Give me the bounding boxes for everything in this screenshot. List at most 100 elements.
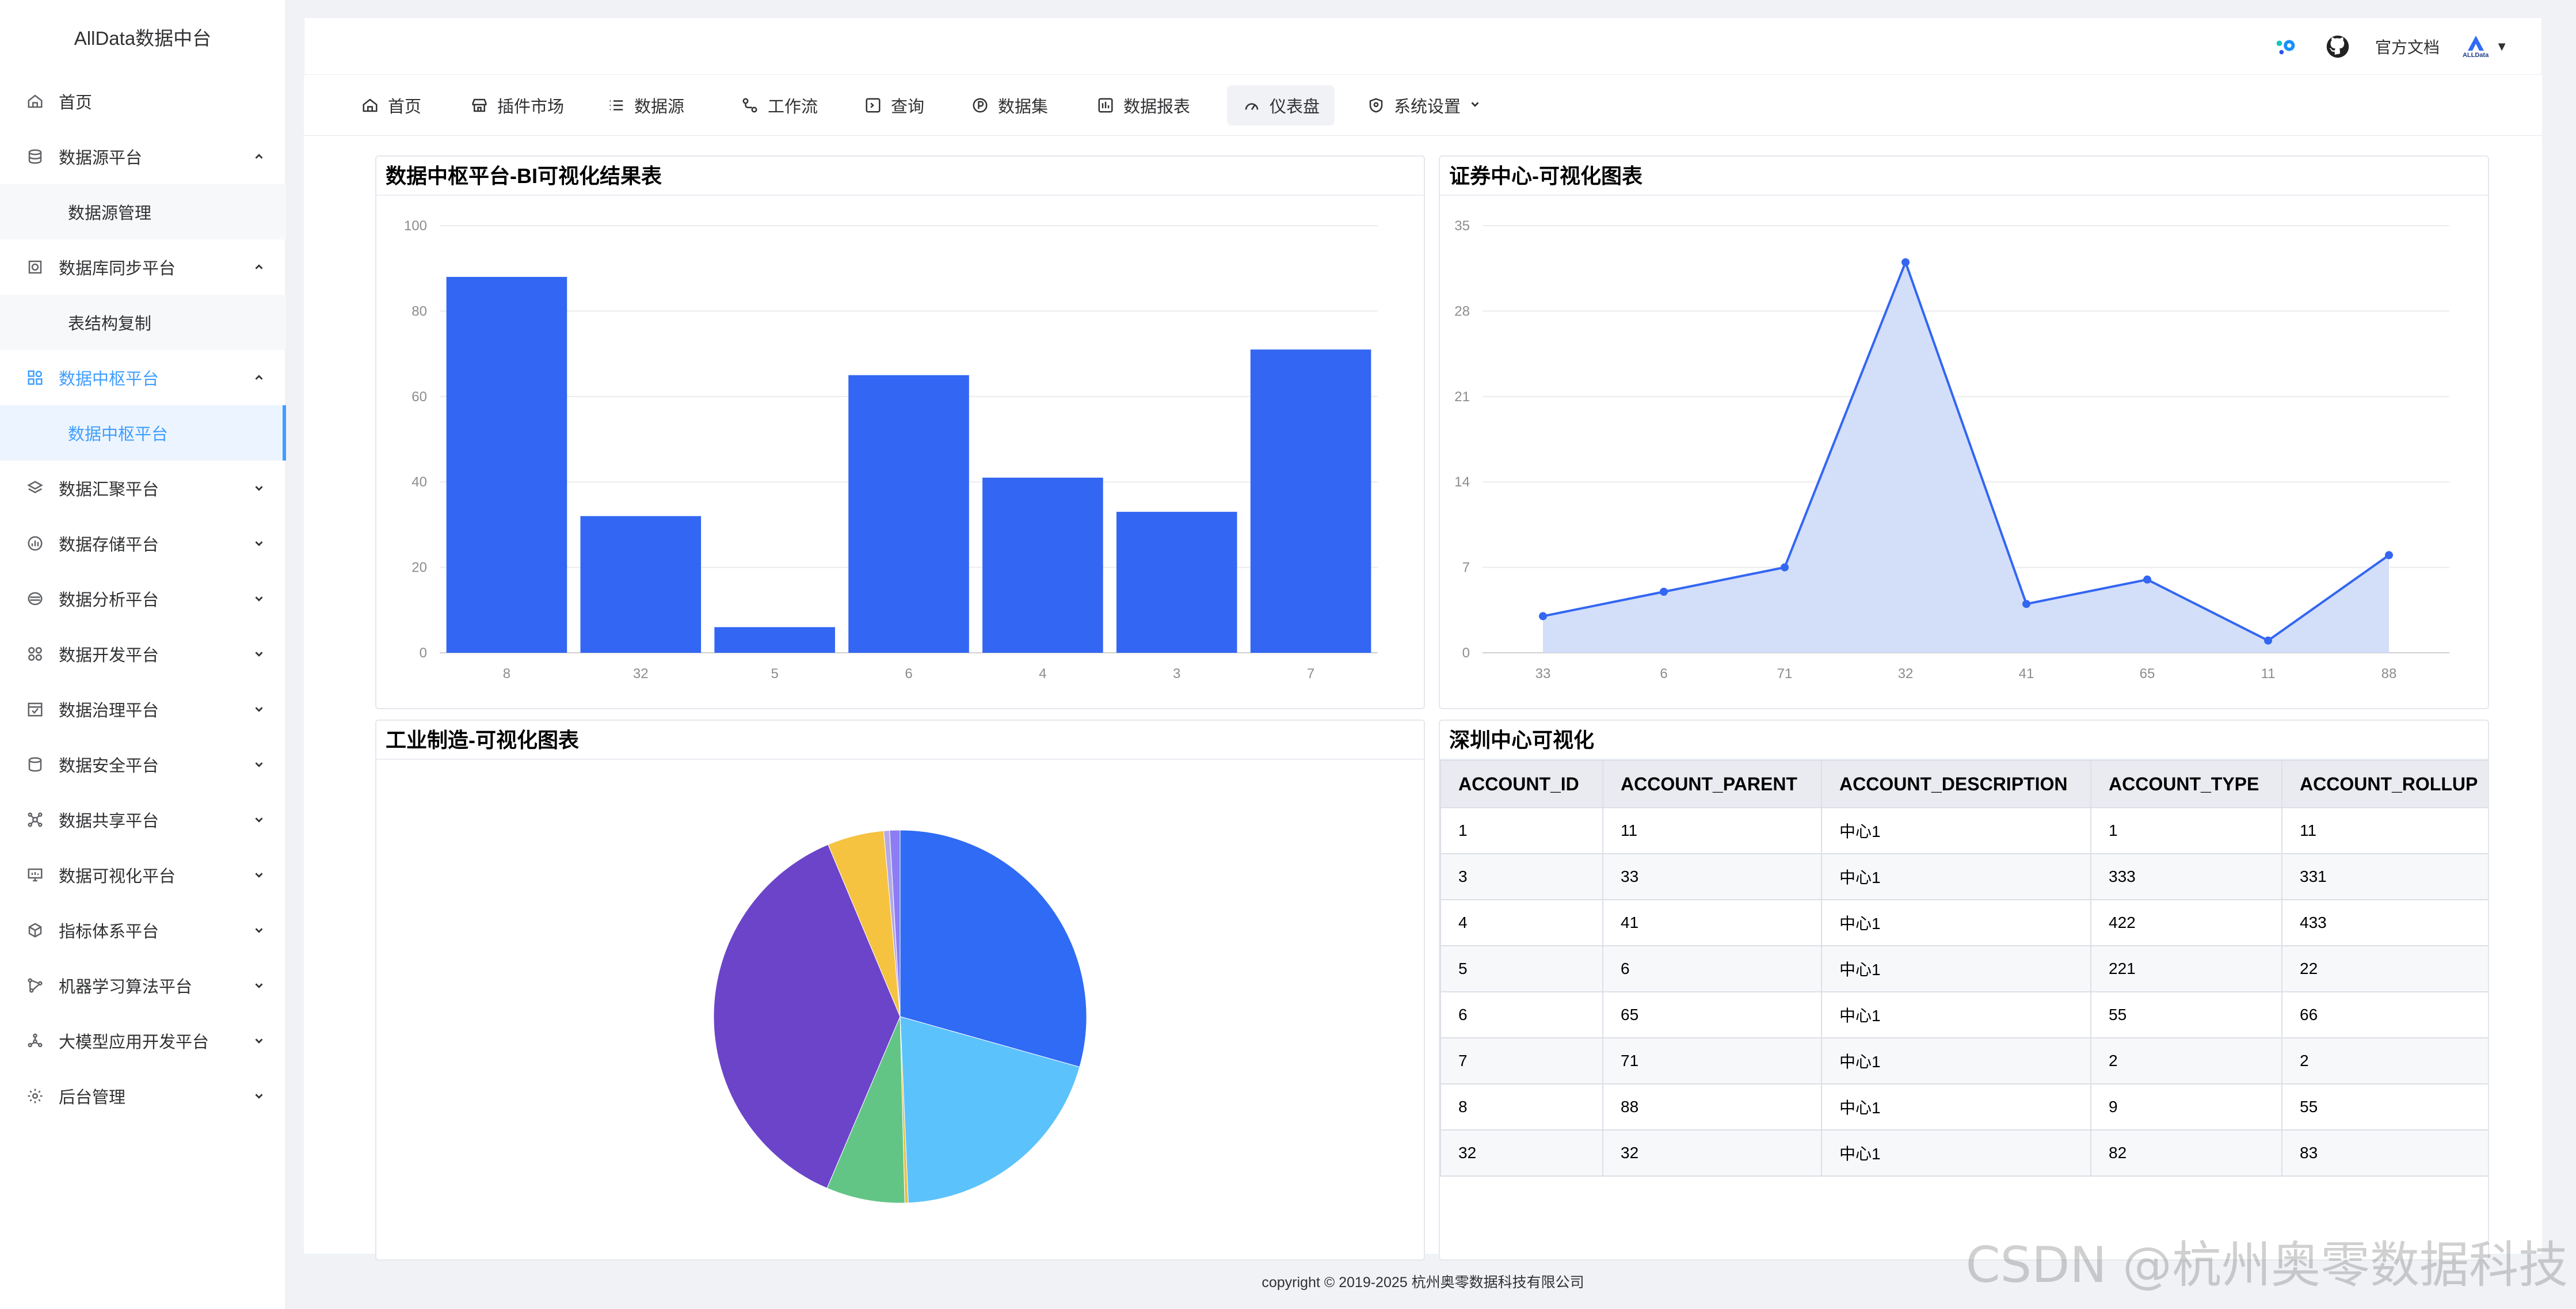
x-tick-label: 5 (771, 666, 778, 682)
sidebar-item-admin[interactable]: 后台管理 (0, 1068, 286, 1124)
docs-link[interactable]: 官方文档 (2375, 35, 2440, 58)
table-row[interactable]: 4 41 中心1 422 433 (1440, 899, 2488, 946)
sidebar-item-visualization-platform[interactable]: 数据可视化平台 (0, 847, 286, 903)
llm-icon (24, 1030, 46, 1052)
y-tick-label: 0 (420, 645, 427, 661)
list-icon (607, 96, 626, 115)
table-cell: 6 (1602, 945, 1822, 992)
x-tick-label: 6 (1660, 666, 1667, 682)
table-header-row: ACCOUNT_ID ACCOUNT_PARENT ACCOUNT_DESCRI… (1440, 760, 2488, 808)
tab-datasource[interactable]: 数据源 (592, 85, 699, 125)
table-cell: 中心1 (1821, 1083, 2091, 1131)
sidebar-item-label: 数据汇聚平台 (59, 481, 159, 499)
table-cell: 中心1 (1821, 853, 2091, 900)
sidebar-item-datasource-platform[interactable]: 数据源平台 (0, 129, 286, 184)
table-cell: 11 (1602, 807, 1822, 854)
sidebar-item-label: 大模型应用开发平台 (59, 1033, 209, 1052)
sidebar-item-storage-platform[interactable]: 数据存储平台 (0, 516, 286, 571)
tab-label: 首页 (388, 98, 422, 116)
sidebar-item-security-platform[interactable]: 数据安全平台 (0, 737, 286, 792)
table-cell: 2 (2281, 1037, 2488, 1085)
table-cell: 7 (1440, 1037, 1603, 1085)
column-header[interactable]: ACCOUNT_DESCRIPTION (1821, 760, 2091, 808)
data-point (2264, 636, 2272, 645)
develop-icon (24, 643, 46, 665)
table-row[interactable]: 5 6 中心1 221 22 (1440, 945, 2488, 992)
tab-plugin-market[interactable]: 插件市场 (455, 85, 579, 125)
chevron-down-icon (251, 646, 266, 661)
share-icon (24, 809, 46, 831)
tab-system-settings[interactable]: 系统设置 (1351, 85, 1496, 125)
sidebar-item-share-platform[interactable]: 数据共享平台 (0, 792, 286, 847)
sidebar-item-home[interactable]: 首页 (0, 74, 286, 129)
workflow-icon (740, 96, 760, 115)
monitor-icon (24, 864, 46, 886)
table-row[interactable]: 6 65 中心1 55 66 (1440, 991, 2488, 1038)
sidebar-item-label: 数据开发平台 (59, 646, 159, 665)
sidebar-subitem-table-copy[interactable]: 表结构复制 (0, 295, 286, 350)
tab-label: 工作流 (768, 98, 818, 116)
table-cell: 6 (1440, 991, 1603, 1038)
sidebar-item-hub-platform[interactable]: 数据中枢平台 (0, 350, 286, 405)
tab-query[interactable]: 查询 (848, 85, 939, 125)
y-tick-label: 40 (411, 474, 427, 490)
column-header[interactable]: ACCOUNT_TYPE (2090, 760, 2282, 808)
table-cell: 中心1 (1821, 1129, 2091, 1177)
tab-label: 查询 (891, 98, 925, 116)
table-cell: 32 (1440, 1129, 1603, 1177)
table-cell: 1 (2090, 807, 2282, 854)
bar (982, 477, 1103, 653)
table-row[interactable]: 1 11 中心1 1 11 (1440, 807, 2488, 854)
sidebar-item-db-sync-platform[interactable]: 数据库同步平台 (0, 239, 286, 295)
panel-title: 深圳中心可视化 (1440, 721, 2488, 760)
x-tick-label: 65 (2140, 666, 2155, 682)
table-cell: 1 (1440, 807, 1603, 854)
table-cell: 33 (1602, 853, 1822, 900)
tab-report[interactable]: 数据报表 (1081, 85, 1205, 125)
sidebar-item-indicator-platform[interactable]: 指标体系平台 (0, 903, 286, 958)
tab-label: 数据集 (998, 98, 1049, 116)
sidebar-item-analysis-platform[interactable]: 数据分析平台 (0, 571, 286, 626)
table-row[interactable]: 7 71 中心1 2 2 (1440, 1037, 2488, 1085)
data-point (2385, 551, 2393, 560)
app-title: AllData数据中台 (74, 28, 212, 49)
tab-home[interactable]: 首页 (345, 85, 436, 125)
y-tick-label: 0 (1462, 645, 1470, 661)
chevron-down-icon (251, 812, 266, 827)
column-header[interactable]: ACCOUNT_ID (1440, 760, 1603, 808)
table-cell: 中心1 (1821, 945, 2091, 992)
table-cell: 5 (1440, 945, 1603, 992)
chevron-down-icon (251, 1033, 266, 1048)
tab-dataset[interactable]: 数据集 (955, 85, 1063, 125)
table-row[interactable]: 8 88 中心1 9 55 (1440, 1083, 2488, 1131)
table-row[interactable]: 32 32 中心1 82 83 (1440, 1129, 2488, 1177)
sidebar-subitem-hub-platform[interactable]: 数据中枢平台 (0, 405, 286, 461)
tab-label: 数据报表 (1123, 98, 1191, 116)
table-cell: 3 (1440, 853, 1603, 900)
y-tick-label: 14 (1454, 474, 1470, 490)
sidebar-item-llm-platform[interactable]: 大模型应用开发平台 (0, 1013, 286, 1068)
column-header[interactable]: ACCOUNT_ROLLUP (2281, 760, 2488, 808)
sidebar-item-label: 数据可视化平台 (59, 867, 176, 886)
tab-dashboard[interactable]: 仪表盘 (1227, 85, 1335, 125)
store-icon (470, 96, 489, 115)
y-tick-label: 35 (1454, 218, 1470, 234)
sidebar-item-label: 后台管理 (59, 1089, 126, 1107)
sidebar-item-ml-platform[interactable]: 机器学习算法平台 (0, 958, 286, 1013)
chevron-down-icon (251, 978, 266, 993)
plugin-icon[interactable] (2272, 32, 2300, 61)
y-tick-label: 20 (411, 560, 427, 576)
sidebar-item-governance-platform[interactable]: 数据治理平台 (0, 682, 286, 737)
bar (580, 516, 702, 653)
sidebar-item-label: 数据共享平台 (59, 812, 159, 831)
panel-title: 证券中心-可视化图表 (1440, 157, 2488, 196)
user-menu[interactable]: ALLData ▼ (2463, 35, 2508, 59)
pie-chart-panel: 工业制造-可视化图表 (375, 720, 1425, 1261)
sidebar-item-develop-platform[interactable]: 数据开发平台 (0, 626, 286, 682)
tab-workflow[interactable]: 工作流 (725, 85, 833, 125)
sidebar-item-aggregation-platform[interactable]: 数据汇聚平台 (0, 461, 286, 516)
column-header[interactable]: ACCOUNT_PARENT (1602, 760, 1822, 808)
sidebar-subitem-datasource-manage[interactable]: 数据源管理 (0, 184, 286, 239)
table-row[interactable]: 3 33 中心1 333 331 (1440, 853, 2488, 900)
github-icon[interactable] (2323, 32, 2352, 61)
